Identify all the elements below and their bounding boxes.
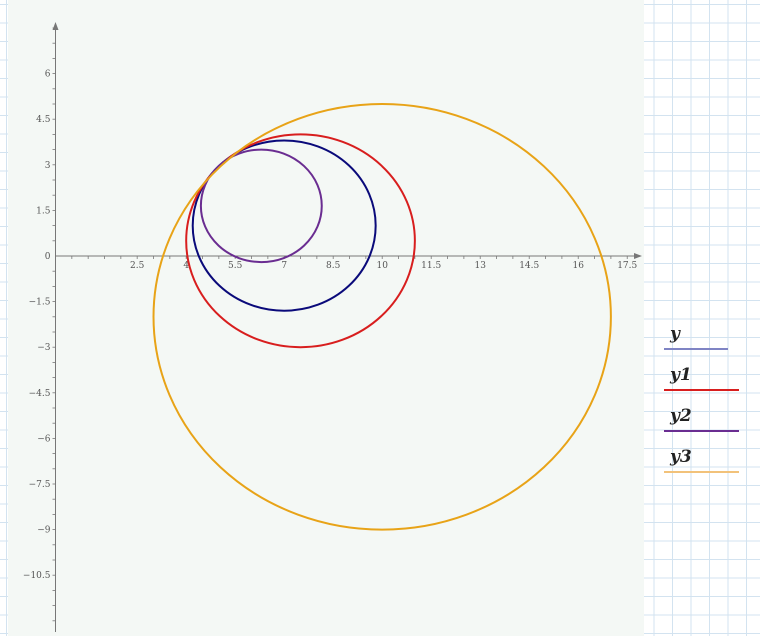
x-tick-label: 5.5: [228, 261, 243, 271]
x-tick-label: 14.5: [519, 261, 539, 271]
y-tick-label: −3: [37, 343, 51, 353]
legend-item-y: y: [660, 322, 750, 363]
legend-item-y2: y2: [660, 404, 750, 445]
legend-label: y1: [670, 365, 692, 385]
y-tick-label: 1.5: [36, 206, 51, 216]
y-tick-label: −10.5: [23, 571, 51, 581]
chart-svg: 2.5 4 5.5 7 8.5 10 11.5 13 14.5 16 17.564.531.50−1…: [23, 22, 642, 632]
y-tick-label: −6: [37, 434, 51, 444]
legend: y y1 y2 y3: [660, 322, 750, 486]
legend-label: y: [670, 324, 680, 344]
x-tick-label: 17.5: [617, 261, 637, 271]
y-tick-label: −9: [37, 526, 51, 536]
x-tick-label: 2.5: [130, 261, 145, 271]
y-tick-label: 6: [45, 70, 51, 80]
legend-swatch: [664, 471, 739, 473]
series-line-y3: [152, 102, 612, 531]
legend-item-y1: y1: [660, 363, 750, 404]
y-tick-label: 4.5: [36, 115, 51, 125]
x-tick-label: 8.5: [326, 261, 341, 271]
x-tick-label: 7: [281, 261, 287, 271]
y-tick-label: 3: [45, 161, 51, 171]
legend-swatch: [664, 348, 728, 350]
legend-label: y2: [670, 406, 692, 426]
x-tick-label: 11.5: [421, 261, 441, 271]
x-tick-label: 10: [376, 261, 388, 271]
y-tick-label: −4.5: [29, 389, 51, 399]
y-tick-label: 0: [45, 252, 51, 262]
legend-item-y3: y3: [660, 445, 750, 486]
legend-label: y3: [670, 447, 692, 467]
y-tick-label: −7.5: [29, 480, 51, 490]
x-tick-label: 16: [572, 261, 584, 271]
y-axis-arrow: [52, 22, 59, 30]
legend-swatch: [664, 389, 739, 391]
x-axis-arrow: [634, 253, 642, 259]
x-tick-label: 13: [474, 261, 486, 271]
legend-swatch: [664, 430, 739, 432]
y-tick-label: −1.5: [29, 298, 51, 308]
